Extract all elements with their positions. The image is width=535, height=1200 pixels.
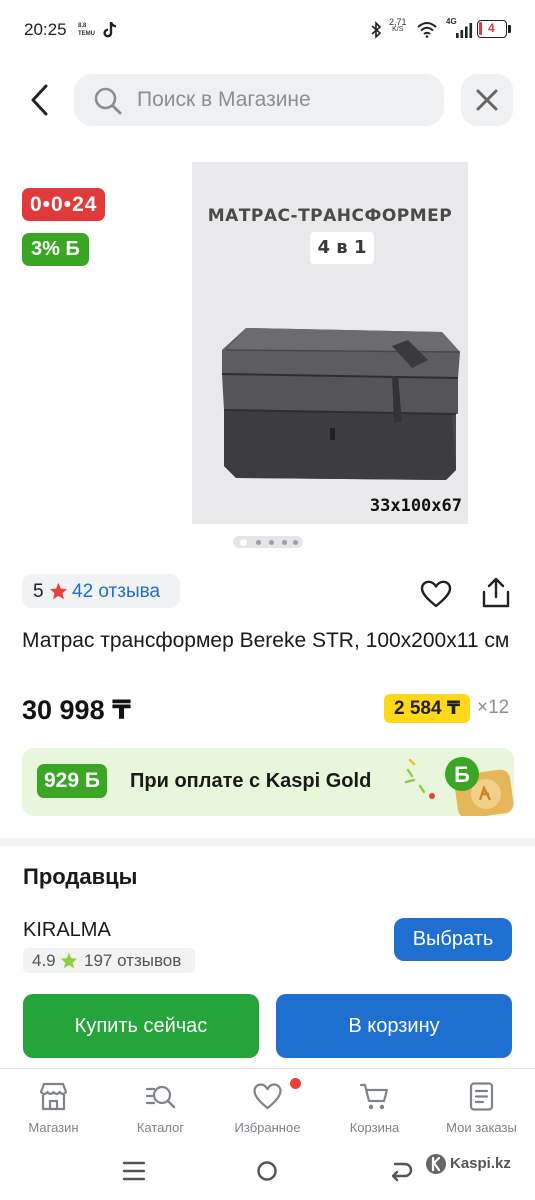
gold-bonus-amount: 929 Б xyxy=(37,764,107,798)
buy-now-button[interactable]: Купить сейчас xyxy=(23,994,259,1058)
seller-name[interactable]: KIRALMA xyxy=(23,919,111,942)
nav-label-store: Магазин xyxy=(28,1120,79,1135)
nav-label-favorites: Избранное xyxy=(234,1120,301,1135)
back-button[interactable] xyxy=(24,80,58,120)
kaspi-logo-icon xyxy=(426,1154,446,1174)
bluetooth-icon xyxy=(371,21,382,39)
home-icon[interactable] xyxy=(256,1160,278,1182)
status-time: 20:25 xyxy=(24,20,67,39)
nav-label-orders: Мои заказы xyxy=(446,1120,517,1135)
signal-icon xyxy=(456,23,473,38)
tiktok-icon xyxy=(103,21,117,38)
star-icon xyxy=(60,952,78,969)
installment-price[interactable]: 2 584 ₸ xyxy=(384,694,471,723)
heart-icon xyxy=(253,1083,282,1110)
search-input[interactable]: Поиск в Магазине xyxy=(74,74,444,126)
nav-item-orders[interactable]: Мои заказы xyxy=(428,1069,535,1145)
nav-label-catalog: Каталог xyxy=(136,1120,185,1135)
pagination-dot xyxy=(293,540,298,545)
search-icon xyxy=(94,87,122,115)
seller-reviews-count: 197 отзывов xyxy=(84,951,182,970)
reviews-link[interactable]: 42 отзыва xyxy=(72,581,160,603)
cart-icon xyxy=(359,1083,389,1110)
product-image[interactable]: МАТРАС-ТРАНСФОРМЕР 4 в 1 33x100x67 xyxy=(192,162,468,524)
gold-banner-text: При оплате с Kaspi Gold xyxy=(130,770,372,792)
pagination-dot xyxy=(282,540,287,545)
product-title: Матрас трансформер Bereke STR, 100х200х1… xyxy=(22,629,510,652)
nav-item-catalog[interactable]: Каталог xyxy=(107,1069,214,1145)
choose-seller-button[interactable]: Выбрать xyxy=(394,918,512,961)
image-pagination xyxy=(233,536,303,548)
close-icon xyxy=(476,89,498,111)
temu-notification-icon: 8.8 TEMU xyxy=(78,23,95,37)
seller-rating: 4.9 197 отзывов xyxy=(23,948,195,973)
system-navigation-bar: Kaspi.kz xyxy=(0,1144,535,1200)
wifi-icon xyxy=(417,22,437,38)
timer-badge: 0•0•24 xyxy=(22,188,106,221)
battery-level: 4 xyxy=(488,21,495,35)
share-button[interactable] xyxy=(480,576,512,610)
image-dimensions: 33x100x67 xyxy=(369,496,462,516)
catalog-icon xyxy=(145,1085,176,1109)
mattress-illustration xyxy=(221,328,461,480)
add-to-cart-button[interactable]: В корзину xyxy=(276,994,512,1058)
favorite-button[interactable] xyxy=(420,580,452,608)
store-icon xyxy=(39,1082,68,1111)
product-price: 30 998 ₸ xyxy=(22,695,131,725)
kaspi-gold-illustration: Б xyxy=(404,757,514,816)
rating-score: 5 xyxy=(33,581,44,602)
image-four-in-one: 4 в 1 xyxy=(310,232,374,264)
kaspi-gold-banner[interactable]: 929 Б При оплате с Kaspi Gold Б xyxy=(22,748,514,816)
rating-summary[interactable]: 5 42 отзыва xyxy=(22,574,180,608)
notification-dot xyxy=(290,1078,301,1089)
bottom-navigation: Магазин Каталог Избранное Корзина Мои за… xyxy=(0,1068,535,1144)
sellers-heading: Продавцы xyxy=(23,864,138,889)
installment-months: ×12 xyxy=(477,697,510,718)
recent-apps-icon[interactable] xyxy=(122,1160,146,1182)
svg-text:Б: Б xyxy=(454,762,470,787)
pagination-dot xyxy=(240,539,247,546)
seller-rating-score: 4.9 xyxy=(32,951,56,970)
battery-icon: 4 xyxy=(477,20,507,38)
network-speed: 2,71 K/S xyxy=(389,17,407,34)
nav-item-favorites[interactable]: Избранное xyxy=(214,1069,321,1145)
search-placeholder: Поиск в Магазине xyxy=(137,88,311,111)
star-icon xyxy=(49,582,68,600)
image-headline: МАТРАС-ТРАНСФОРМЕР xyxy=(207,206,453,226)
orders-icon xyxy=(469,1082,494,1111)
nav-item-cart[interactable]: Корзина xyxy=(321,1069,428,1145)
close-button[interactable] xyxy=(461,74,513,126)
back-nav-icon[interactable] xyxy=(389,1160,413,1182)
status-bar: 20:25 8.8 TEMU 2,71 K/S 4G 4 xyxy=(0,0,535,60)
nav-item-store[interactable]: Магазин xyxy=(0,1069,107,1145)
pagination-dot xyxy=(256,540,261,545)
kaspi-watermark: Kaspi.kz xyxy=(450,1155,511,1172)
pagination-dot xyxy=(269,540,274,545)
bonus-badge: 3% Б xyxy=(22,233,89,266)
nav-label-cart: Корзина xyxy=(349,1120,400,1135)
